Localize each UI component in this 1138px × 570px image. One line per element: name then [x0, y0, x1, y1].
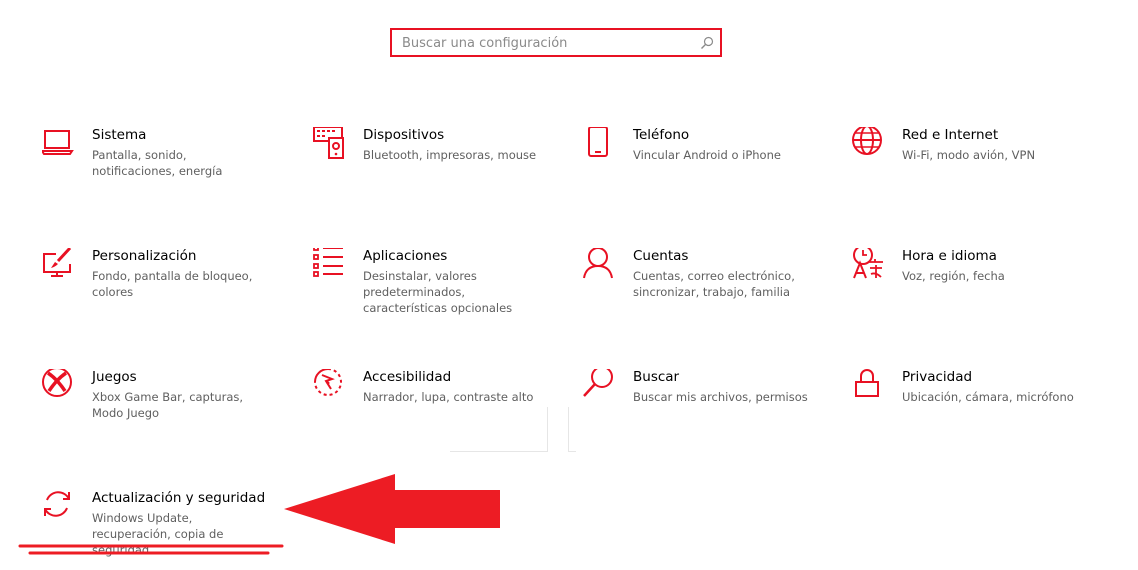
annotation-arrow — [284, 474, 500, 544]
annotation-overlay — [18, 474, 500, 555]
